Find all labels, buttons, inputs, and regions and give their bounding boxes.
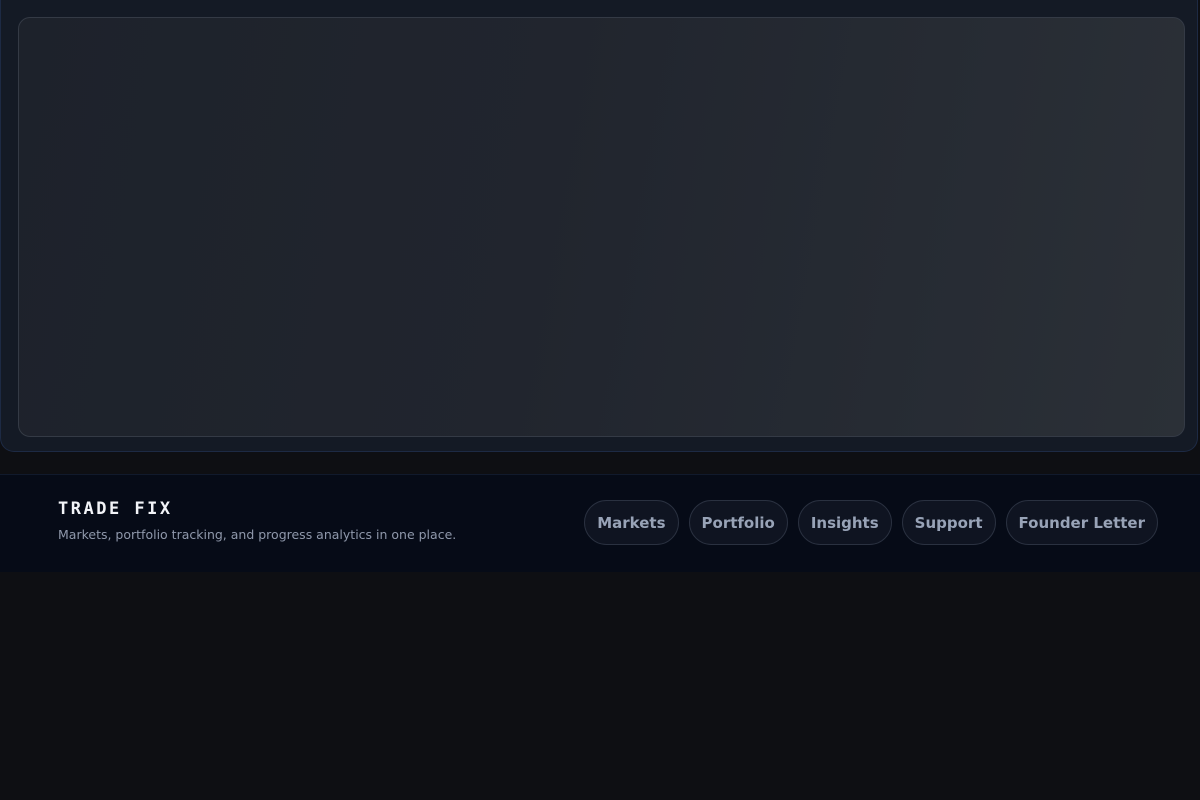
main-nav: Markets Portfolio Insights Support Found… bbox=[584, 500, 1158, 545]
site-header: TRADE FIX Markets, portfolio tracking, a… bbox=[0, 474, 1200, 572]
nav-support-button[interactable]: Support bbox=[901, 500, 996, 545]
nav-insights-button[interactable]: Insights bbox=[797, 500, 892, 545]
page-body-empty bbox=[0, 572, 1200, 800]
hero-media-panel bbox=[18, 17, 1185, 437]
brand-tagline: Markets, portfolio tracking, and progres… bbox=[58, 527, 457, 542]
page: TRADE FIX Markets, portfolio tracking, a… bbox=[0, 0, 1200, 800]
brand-block: TRADE FIX Markets, portfolio tracking, a… bbox=[58, 499, 456, 543]
nav-portfolio-button[interactable]: Portfolio bbox=[688, 500, 788, 545]
nav-markets-button[interactable]: Markets bbox=[584, 500, 679, 545]
hero-frame bbox=[0, 0, 1198, 452]
nav-founder-letter-button[interactable]: Founder Letter bbox=[1005, 500, 1158, 545]
brand-name[interactable]: TRADE FIX bbox=[58, 499, 456, 519]
